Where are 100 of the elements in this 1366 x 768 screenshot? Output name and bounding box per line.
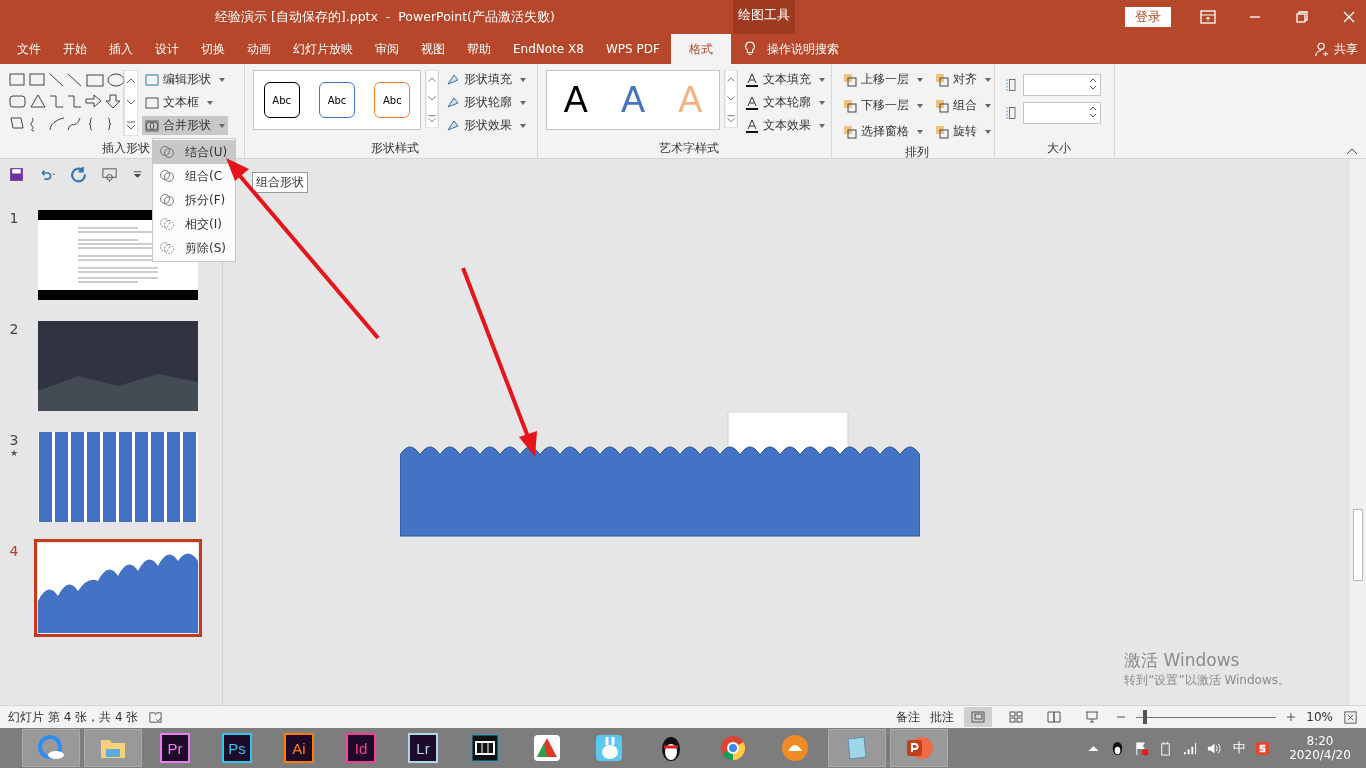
- gallery-scroll-icon[interactable]: [724, 70, 738, 128]
- size-field[interactable]: [1023, 102, 1101, 124]
- ribbon-tab[interactable]: 动画: [236, 34, 282, 64]
- taskbar-app[interactable]: Ps: [208, 729, 266, 767]
- slide-number: 1: [9, 210, 19, 226]
- size-field[interactable]: [1023, 74, 1101, 96]
- caret-icon: [818, 99, 826, 106]
- merge-shape-icon: [159, 240, 175, 256]
- lightbulb-icon: [742, 40, 757, 58]
- normal-view-icon[interactable]: [964, 707, 993, 727]
- command-icon: [144, 94, 160, 111]
- menu-item[interactable]: 剪除(S): [153, 236, 235, 260]
- signal-icon[interactable]: [1182, 740, 1197, 756]
- ribbon-tab[interactable]: 切换: [190, 34, 236, 64]
- vertical-scrollbar[interactable]: [1350, 159, 1366, 705]
- ribbon-command[interactable]: 形状填充: [443, 70, 529, 89]
- gallery-scroll-icon[interactable]: [425, 70, 439, 128]
- ribbon-command[interactable]: 形状轮廓: [443, 93, 529, 112]
- ribbon-tab[interactable]: 视图: [410, 34, 456, 64]
- command-icon: [842, 97, 858, 114]
- collapse-ribbon-icon[interactable]: [1346, 147, 1358, 155]
- menu-item[interactable]: 相交(I): [153, 212, 235, 236]
- command-icon: [144, 117, 160, 134]
- ribbon-command[interactable]: 合并形状: [142, 116, 228, 135]
- ribbon-command[interactable]: 文本填充: [742, 70, 828, 89]
- command-icon: [842, 123, 858, 140]
- caret-icon: [818, 122, 826, 129]
- penguin-tray-icon[interactable]: [1110, 740, 1125, 756]
- ribbon-display-icon[interactable]: [1198, 7, 1218, 27]
- ribbon-command[interactable]: 选择窗格: [840, 122, 926, 141]
- ribbon-command[interactable]: 对齐: [932, 70, 994, 89]
- clock-date[interactable]: 2020/4/20: [1289, 748, 1351, 762]
- ribbon-command[interactable]: 文本轮廓: [742, 93, 828, 112]
- share-button[interactable]: 共享: [1334, 40, 1358, 58]
- menu-item[interactable]: 拆分(F): [153, 188, 235, 212]
- shape-style-sample[interactable]: Abc: [263, 82, 300, 118]
- shape-style-sample[interactable]: Abc: [319, 82, 355, 118]
- spellcheck-icon[interactable]: [148, 709, 164, 725]
- menu-item[interactable]: 组合(C: [153, 164, 235, 188]
- merge-shape-icon: [159, 192, 175, 208]
- ribbon-command[interactable]: 上移一层: [840, 70, 926, 89]
- save-icon[interactable]: [8, 165, 25, 183]
- taskbar-app[interactable]: Id: [332, 729, 390, 767]
- wordart-sample[interactable]: A: [563, 79, 588, 121]
- ribbon-tab[interactable]: 插入: [98, 34, 144, 64]
- zoom-level[interactable]: 10%: [1306, 710, 1333, 724]
- caret-icon: [916, 76, 924, 83]
- clock-time[interactable]: 8:20: [1306, 734, 1334, 748]
- ribbon-tab[interactable]: 帮助: [456, 34, 502, 64]
- group-label: 艺术字样式: [658, 140, 719, 157]
- notes-button[interactable]: 备注: [896, 708, 921, 726]
- ribbon-tab[interactable]: EndNote X8: [502, 34, 595, 64]
- shape-gallery[interactable]: [8, 70, 138, 136]
- ribbon-tab[interactable]: 审阅: [364, 34, 410, 64]
- command-icon: [744, 71, 760, 88]
- ribbon-tab[interactable]: WPS PDF: [594, 34, 671, 64]
- spin-arrows-icon[interactable]: [1089, 76, 1097, 92]
- taskbar-app[interactable]: Pr: [146, 729, 204, 767]
- ribbon-command[interactable]: 文本框: [142, 93, 228, 112]
- presentation-icon[interactable]: [101, 165, 118, 183]
- spin-arrows-icon[interactable]: [1089, 104, 1097, 120]
- ribbon-command[interactable]: 下移一层: [840, 96, 926, 115]
- style-gallery[interactable]: Abc Abc Abc: [253, 70, 421, 130]
- ribbon-command[interactable]: 文本效果: [742, 116, 828, 135]
- command-icon: [934, 71, 950, 88]
- caret-icon: [984, 102, 992, 109]
- input-method[interactable]: 中: [1233, 739, 1246, 757]
- ribbon-tab[interactable]: 幻灯片放映: [282, 34, 364, 64]
- ribbon-tab[interactable]: 格式: [670, 34, 731, 64]
- fit-window-icon[interactable]: [1343, 709, 1358, 725]
- ribbon-tab[interactable]: 设计: [144, 34, 190, 64]
- caret-icon: [206, 99, 214, 106]
- ribbon-command[interactable]: 编辑形状: [142, 70, 228, 89]
- taskbar-app[interactable]: Ai: [270, 729, 328, 767]
- flag-error-icon[interactable]: [1134, 740, 1149, 756]
- group-label: 形状样式: [371, 140, 419, 157]
- wordart-gallery[interactable]: A A A: [546, 70, 720, 130]
- shape-style-sample[interactable]: Abc: [374, 82, 411, 118]
- tell-me-search[interactable]: 操作说明搜索: [766, 40, 839, 58]
- window-title: 经验演示 [自动保存的].pptx - PowerPoint(产品激活失败): [215, 8, 556, 26]
- comments-button[interactable]: 批注: [930, 708, 955, 726]
- ribbon-command[interactable]: 旋转: [932, 122, 994, 141]
- caret-icon: [519, 99, 527, 106]
- slide-thumbnail[interactable]: [38, 321, 198, 411]
- command-icon: [842, 71, 858, 88]
- ribbon-tab[interactable]: 开始: [52, 34, 98, 64]
- slide-thumbnail[interactable]: [38, 432, 198, 522]
- wave-shape[interactable]: [400, 412, 920, 537]
- zoom-in-icon[interactable]: [1286, 712, 1297, 722]
- group-label: 大小: [1046, 140, 1071, 157]
- menu-item[interactable]: 结合(U): [153, 140, 235, 164]
- battery-icon[interactable]: [1158, 740, 1173, 756]
- ribbon-command[interactable]: 形状效果: [443, 116, 529, 135]
- wordart-sample[interactable]: A: [621, 79, 645, 121]
- ribbon-command[interactable]: 组合: [932, 96, 994, 115]
- ribbon-tab[interactable]: 文件: [6, 34, 52, 64]
- login-button[interactable]: 登录: [1125, 7, 1171, 27]
- sogou-icon[interactable]: [1255, 740, 1270, 756]
- redo-icon[interactable]: [70, 165, 87, 183]
- taskbar-app[interactable]: Lr: [394, 729, 452, 767]
